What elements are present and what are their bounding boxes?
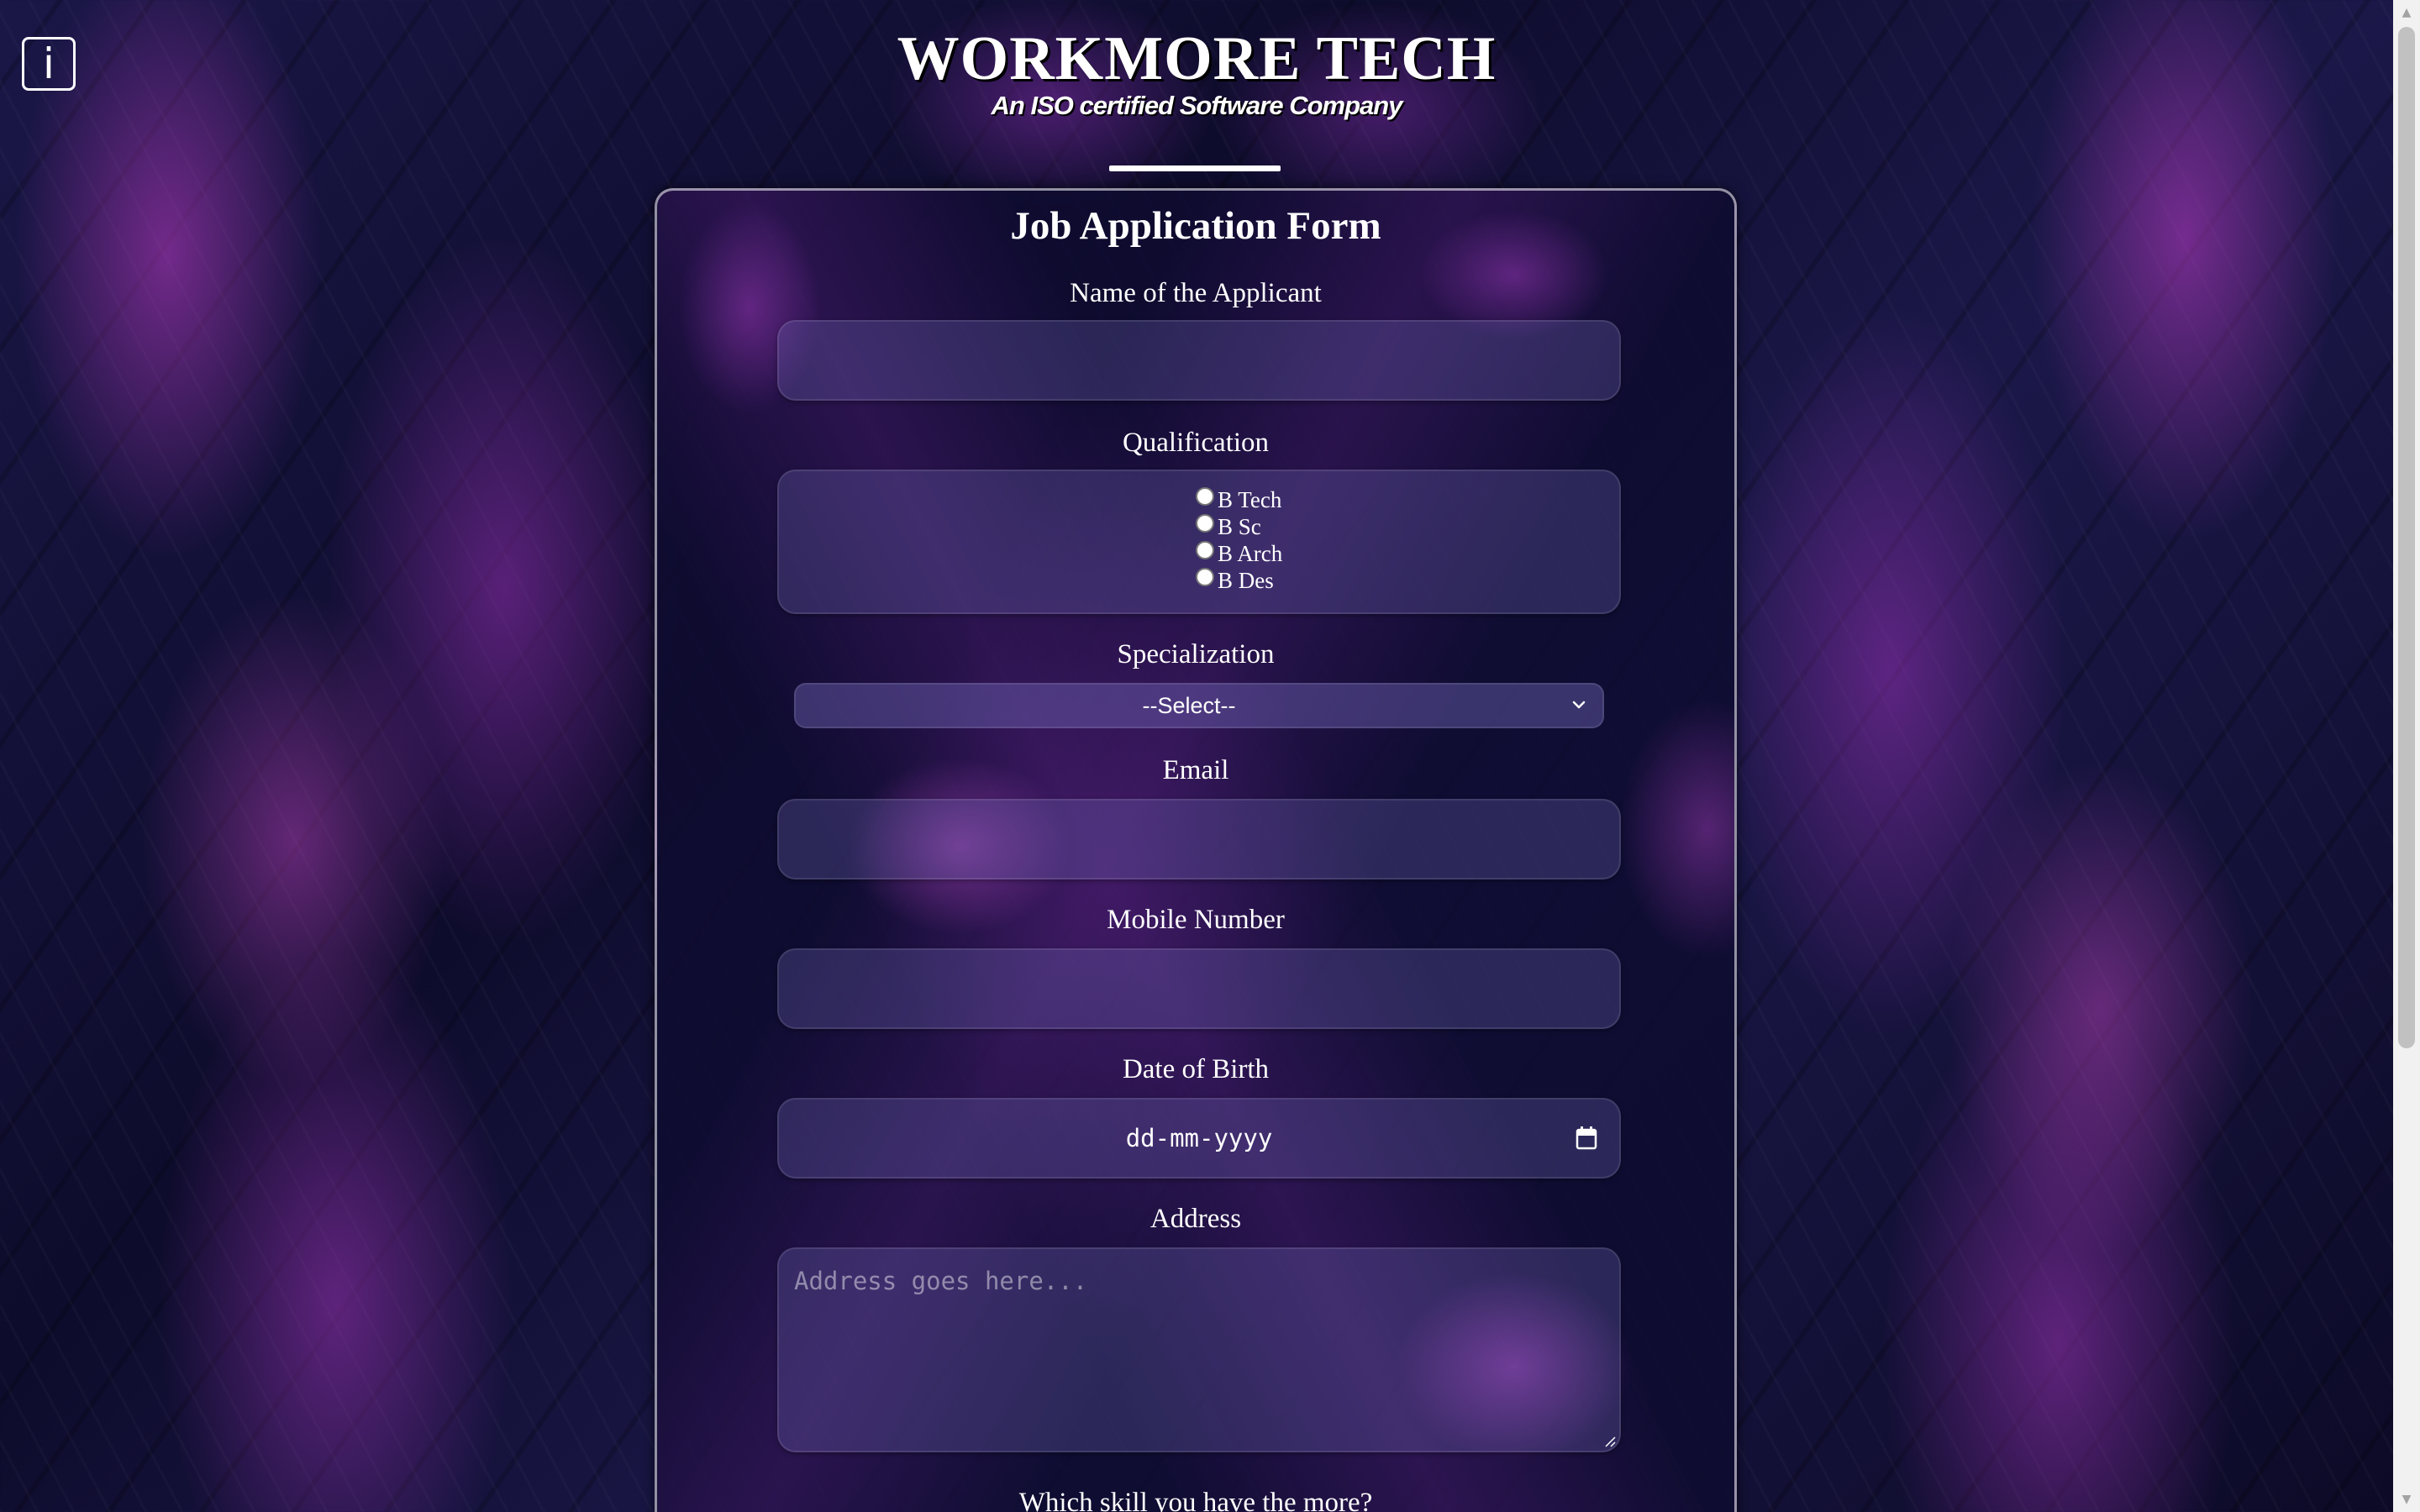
radio-button[interactable] — [1196, 541, 1214, 559]
radio-button[interactable] — [1196, 487, 1214, 506]
qualification-option-bsc[interactable]: B Sc — [1196, 513, 1282, 540]
address-textarea[interactable]: Address goes here... — [777, 1247, 1621, 1452]
qualification-option-label: B Tech — [1218, 487, 1282, 512]
resize-handle-icon[interactable] — [1602, 1434, 1616, 1447]
qualification-label: Qualification — [1122, 428, 1270, 458]
mobile-label: Mobile Number — [1107, 905, 1285, 935]
qualification-option-label: B Des — [1218, 568, 1274, 593]
qualification-option-btech[interactable]: B Tech — [1196, 486, 1282, 513]
qualification-option-barch[interactable]: B Arch — [1196, 540, 1282, 567]
specialization-select[interactable]: --Select-- — [794, 683, 1604, 728]
name-input[interactable] — [777, 320, 1621, 401]
specialization-selected-value: --Select-- — [1142, 693, 1236, 718]
chevron-down-icon — [1572, 701, 1586, 709]
company-name: WORKMORE TECH — [897, 24, 1497, 93]
dob-date-input[interactable]: dd-mm-yyyy — [777, 1098, 1621, 1179]
email-label: Email — [1162, 755, 1229, 785]
dob-placeholder: dd-mm-yyyy — [1125, 1124, 1273, 1152]
scroll-up-arrow-icon[interactable]: ▲ — [2393, 0, 2420, 25]
qualification-option-bdes[interactable]: B Des — [1196, 567, 1282, 594]
scrollbar-thumb[interactable] — [2398, 27, 2415, 1048]
specialization-label: Specialization — [1117, 639, 1275, 669]
scroll-down-arrow-icon[interactable]: ▼ — [2393, 1487, 2420, 1512]
qualification-option-label: B Sc — [1218, 514, 1261, 539]
form-title: Job Application Form — [1010, 204, 1381, 248]
radio-button[interactable] — [1196, 568, 1214, 586]
page-scrollbar[interactable]: ▲ ▼ — [2393, 0, 2420, 1512]
company-tagline: An ISO certified Software Company — [991, 91, 1403, 120]
dob-label: Date of Birth — [1122, 1054, 1270, 1084]
qualification-option-label: B Arch — [1218, 541, 1283, 566]
calendar-icon[interactable] — [1576, 1126, 1597, 1150]
site-header: WORKMORE TECH An ISO certified Software … — [0, 24, 2393, 123]
email-input[interactable] — [777, 799, 1621, 879]
skill-label: Which skill you have the more? — [1018, 1488, 1373, 1512]
name-label: Name of the Applicant — [1070, 278, 1322, 308]
mobile-input[interactable] — [777, 948, 1621, 1029]
header-divider — [1109, 165, 1281, 171]
job-application-form: Job Application Form Name of the Applica… — [655, 188, 1737, 1512]
qualification-radio-group: B Tech B Sc B Arch B Des — [777, 470, 1621, 614]
address-placeholder: Address goes here... — [794, 1267, 1088, 1295]
address-label: Address — [1150, 1204, 1242, 1234]
radio-button[interactable] — [1196, 514, 1214, 533]
